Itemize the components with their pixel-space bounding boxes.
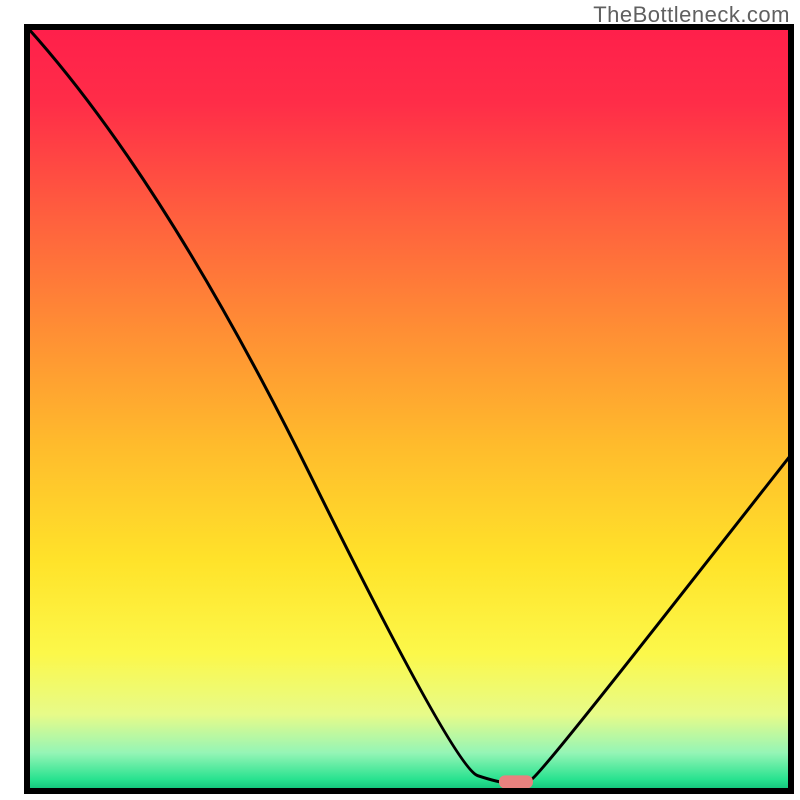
watermark-text: TheBottleneck.com (593, 2, 790, 28)
optimum-marker (499, 775, 533, 788)
gradient-background (27, 27, 791, 791)
chart-frame: TheBottleneck.com (0, 0, 800, 800)
bottleneck-chart (0, 0, 800, 800)
